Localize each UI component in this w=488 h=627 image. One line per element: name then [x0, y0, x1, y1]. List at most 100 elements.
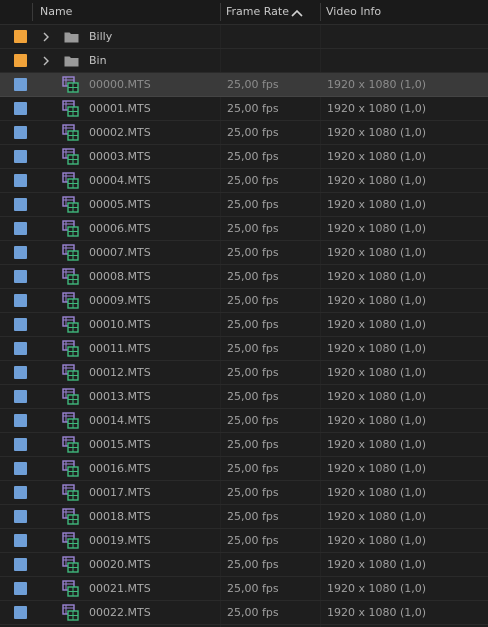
label-color-swatch[interactable] [14, 438, 27, 451]
video-clip-icon[interactable] [62, 124, 79, 141]
clip-name[interactable]: 00012.MTS [89, 361, 151, 384]
clip-name[interactable]: 00011.MTS [89, 337, 151, 360]
video-clip-icon[interactable] [62, 436, 79, 453]
label-color-swatch[interactable] [14, 78, 27, 91]
chevron-up-icon[interactable] [291, 9, 303, 17]
clip-row[interactable]: 00005.MTS 25,00 fps 1920 x 1080 (1,0) [0, 193, 488, 217]
video-clip-icon[interactable] [62, 244, 79, 261]
column-header-frame-rate[interactable]: Frame Rate [226, 0, 289, 24]
clip-name[interactable]: 00003.MTS [89, 145, 151, 168]
video-clip-icon[interactable] [62, 268, 79, 285]
clip-row[interactable]: 00021.MTS 25,00 fps 1920 x 1080 (1,0) [0, 577, 488, 601]
clip-row[interactable]: 00001.MTS 25,00 fps 1920 x 1080 (1,0) [0, 97, 488, 121]
clip-name[interactable]: 00019.MTS [89, 529, 151, 552]
video-clip-icon[interactable] [62, 556, 79, 573]
label-color-swatch[interactable] [14, 534, 27, 547]
clip-name[interactable]: 00018.MTS [89, 505, 151, 528]
video-clip-icon[interactable] [62, 508, 79, 525]
label-color-swatch[interactable] [14, 462, 27, 475]
label-color-swatch[interactable] [14, 54, 27, 67]
clip-row[interactable]: 00014.MTS 25,00 fps 1920 x 1080 (1,0) [0, 409, 488, 433]
video-clip-icon[interactable] [62, 604, 79, 621]
clip-name[interactable]: 00015.MTS [89, 433, 151, 456]
clip-row[interactable]: 00006.MTS 25,00 fps 1920 x 1080 (1,0) [0, 217, 488, 241]
video-clip-icon[interactable] [62, 580, 79, 597]
video-clip-icon[interactable] [62, 220, 79, 237]
clip-name[interactable]: 00017.MTS [89, 481, 151, 504]
clip-row[interactable]: 00000.MTS 25,00 fps 1920 x 1080 (1,0) [0, 73, 488, 97]
chevron-right-icon[interactable] [42, 31, 50, 43]
clip-name[interactable]: 00009.MTS [89, 289, 151, 312]
column-divider[interactable] [320, 3, 321, 21]
label-color-swatch[interactable] [14, 246, 27, 259]
clip-row[interactable]: 00019.MTS 25,00 fps 1920 x 1080 (1,0) [0, 529, 488, 553]
clip-row[interactable]: 00020.MTS 25,00 fps 1920 x 1080 (1,0) [0, 553, 488, 577]
clip-row[interactable]: 00012.MTS 25,00 fps 1920 x 1080 (1,0) [0, 361, 488, 385]
label-color-swatch[interactable] [14, 270, 27, 283]
video-clip-icon[interactable] [62, 484, 79, 501]
label-color-swatch[interactable] [14, 150, 27, 163]
clip-row[interactable]: 00002.MTS 25,00 fps 1920 x 1080 (1,0) [0, 121, 488, 145]
clip-row[interactable]: 00022.MTS 25,00 fps 1920 x 1080 (1,0) [0, 601, 488, 625]
video-clip-icon[interactable] [62, 148, 79, 165]
clip-row[interactable]: 00011.MTS 25,00 fps 1920 x 1080 (1,0) [0, 337, 488, 361]
label-color-swatch[interactable] [14, 342, 27, 355]
video-clip-icon[interactable] [62, 340, 79, 357]
clip-name[interactable]: 00002.MTS [89, 121, 151, 144]
video-clip-icon[interactable] [62, 412, 79, 429]
clip-name[interactable]: 00013.MTS [89, 385, 151, 408]
video-clip-icon[interactable] [62, 364, 79, 381]
video-clip-icon[interactable] [62, 316, 79, 333]
clip-name[interactable]: 00022.MTS [89, 601, 151, 624]
video-clip-icon[interactable] [62, 532, 79, 549]
video-clip-icon[interactable] [62, 100, 79, 117]
column-divider[interactable] [220, 3, 221, 21]
clip-row[interactable]: 00007.MTS 25,00 fps 1920 x 1080 (1,0) [0, 241, 488, 265]
clip-name[interactable]: 00020.MTS [89, 553, 151, 576]
folder-name[interactable]: Billy [89, 25, 112, 48]
column-divider[interactable] [32, 3, 33, 21]
clip-name[interactable]: 00008.MTS [89, 265, 151, 288]
label-color-swatch[interactable] [14, 366, 27, 379]
clip-name[interactable]: 00016.MTS [89, 457, 151, 480]
label-color-swatch[interactable] [14, 102, 27, 115]
clip-row[interactable]: 00004.MTS 25,00 fps 1920 x 1080 (1,0) [0, 169, 488, 193]
clip-row[interactable]: 00018.MTS 25,00 fps 1920 x 1080 (1,0) [0, 505, 488, 529]
clip-row[interactable]: 00010.MTS 25,00 fps 1920 x 1080 (1,0) [0, 313, 488, 337]
clip-row[interactable]: 00008.MTS 25,00 fps 1920 x 1080 (1,0) [0, 265, 488, 289]
clip-name[interactable]: 00004.MTS [89, 169, 151, 192]
clip-name[interactable]: 00001.MTS [89, 97, 151, 120]
video-clip-icon[interactable] [62, 292, 79, 309]
clip-name[interactable]: 00006.MTS [89, 217, 151, 240]
clip-name[interactable]: 00000.MTS [89, 73, 151, 96]
label-color-swatch[interactable] [14, 30, 27, 43]
label-color-swatch[interactable] [14, 582, 27, 595]
video-clip-icon[interactable] [62, 76, 79, 93]
clip-name[interactable]: 00010.MTS [89, 313, 151, 336]
clip-row[interactable]: 00015.MTS 25,00 fps 1920 x 1080 (1,0) [0, 433, 488, 457]
folder-name[interactable]: Bin [89, 49, 107, 72]
label-color-swatch[interactable] [14, 294, 27, 307]
clip-row[interactable]: 00017.MTS 25,00 fps 1920 x 1080 (1,0) [0, 481, 488, 505]
label-color-swatch[interactable] [14, 414, 27, 427]
label-color-swatch[interactable] [14, 198, 27, 211]
clip-row[interactable]: 00016.MTS 25,00 fps 1920 x 1080 (1,0) [0, 457, 488, 481]
clip-row[interactable]: 00003.MTS 25,00 fps 1920 x 1080 (1,0) [0, 145, 488, 169]
label-color-swatch[interactable] [14, 510, 27, 523]
video-clip-icon[interactable] [62, 388, 79, 405]
clip-row[interactable]: 00009.MTS 25,00 fps 1920 x 1080 (1,0) [0, 289, 488, 313]
chevron-right-icon[interactable] [42, 55, 50, 67]
label-color-swatch[interactable] [14, 318, 27, 331]
video-clip-icon[interactable] [62, 460, 79, 477]
folder-row[interactable]: Billy [0, 25, 488, 49]
column-header-name[interactable]: Name [40, 0, 72, 24]
video-clip-icon[interactable] [62, 196, 79, 213]
folder-icon[interactable] [64, 31, 79, 43]
folder-icon[interactable] [64, 55, 79, 67]
video-clip-icon[interactable] [62, 172, 79, 189]
clip-name[interactable]: 00005.MTS [89, 193, 151, 216]
clip-name[interactable]: 00021.MTS [89, 577, 151, 600]
label-color-swatch[interactable] [14, 222, 27, 235]
column-header-video-info[interactable]: Video Info [326, 0, 381, 24]
label-color-swatch[interactable] [14, 486, 27, 499]
